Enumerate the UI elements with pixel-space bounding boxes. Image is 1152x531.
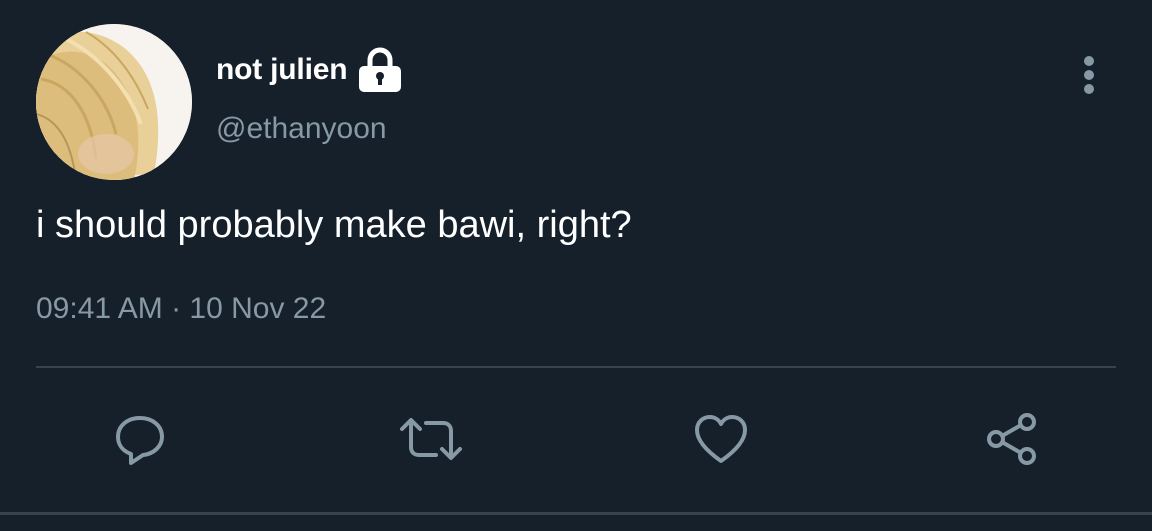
lock-icon (357, 45, 403, 95)
tweet-timestamp[interactable]: 09:41 AM · 10 Nov 22 (36, 292, 326, 326)
tweet-detail: not julien @ethanyoon i should probably … (0, 0, 1152, 531)
avatar-photo-icon (36, 24, 192, 180)
reply-button[interactable] (105, 404, 175, 474)
tweet-text: i should probably make bawi, right? (36, 204, 632, 246)
like-button[interactable] (686, 404, 756, 474)
display-name-row: not julien (216, 40, 403, 100)
divider (36, 366, 1116, 368)
user-handle[interactable]: @ethanyoon (216, 112, 387, 146)
bottom-divider (0, 512, 1152, 515)
retweet-button[interactable] (396, 404, 466, 474)
more-vertical-icon[interactable] (1072, 52, 1106, 98)
comment-icon (116, 416, 164, 465)
heart-icon (695, 415, 747, 463)
avatar[interactable] (36, 24, 192, 180)
share-button[interactable] (977, 404, 1047, 474)
share-icon (987, 413, 1036, 465)
display-name[interactable]: not julien (216, 53, 348, 87)
retweet-icon (400, 418, 462, 460)
